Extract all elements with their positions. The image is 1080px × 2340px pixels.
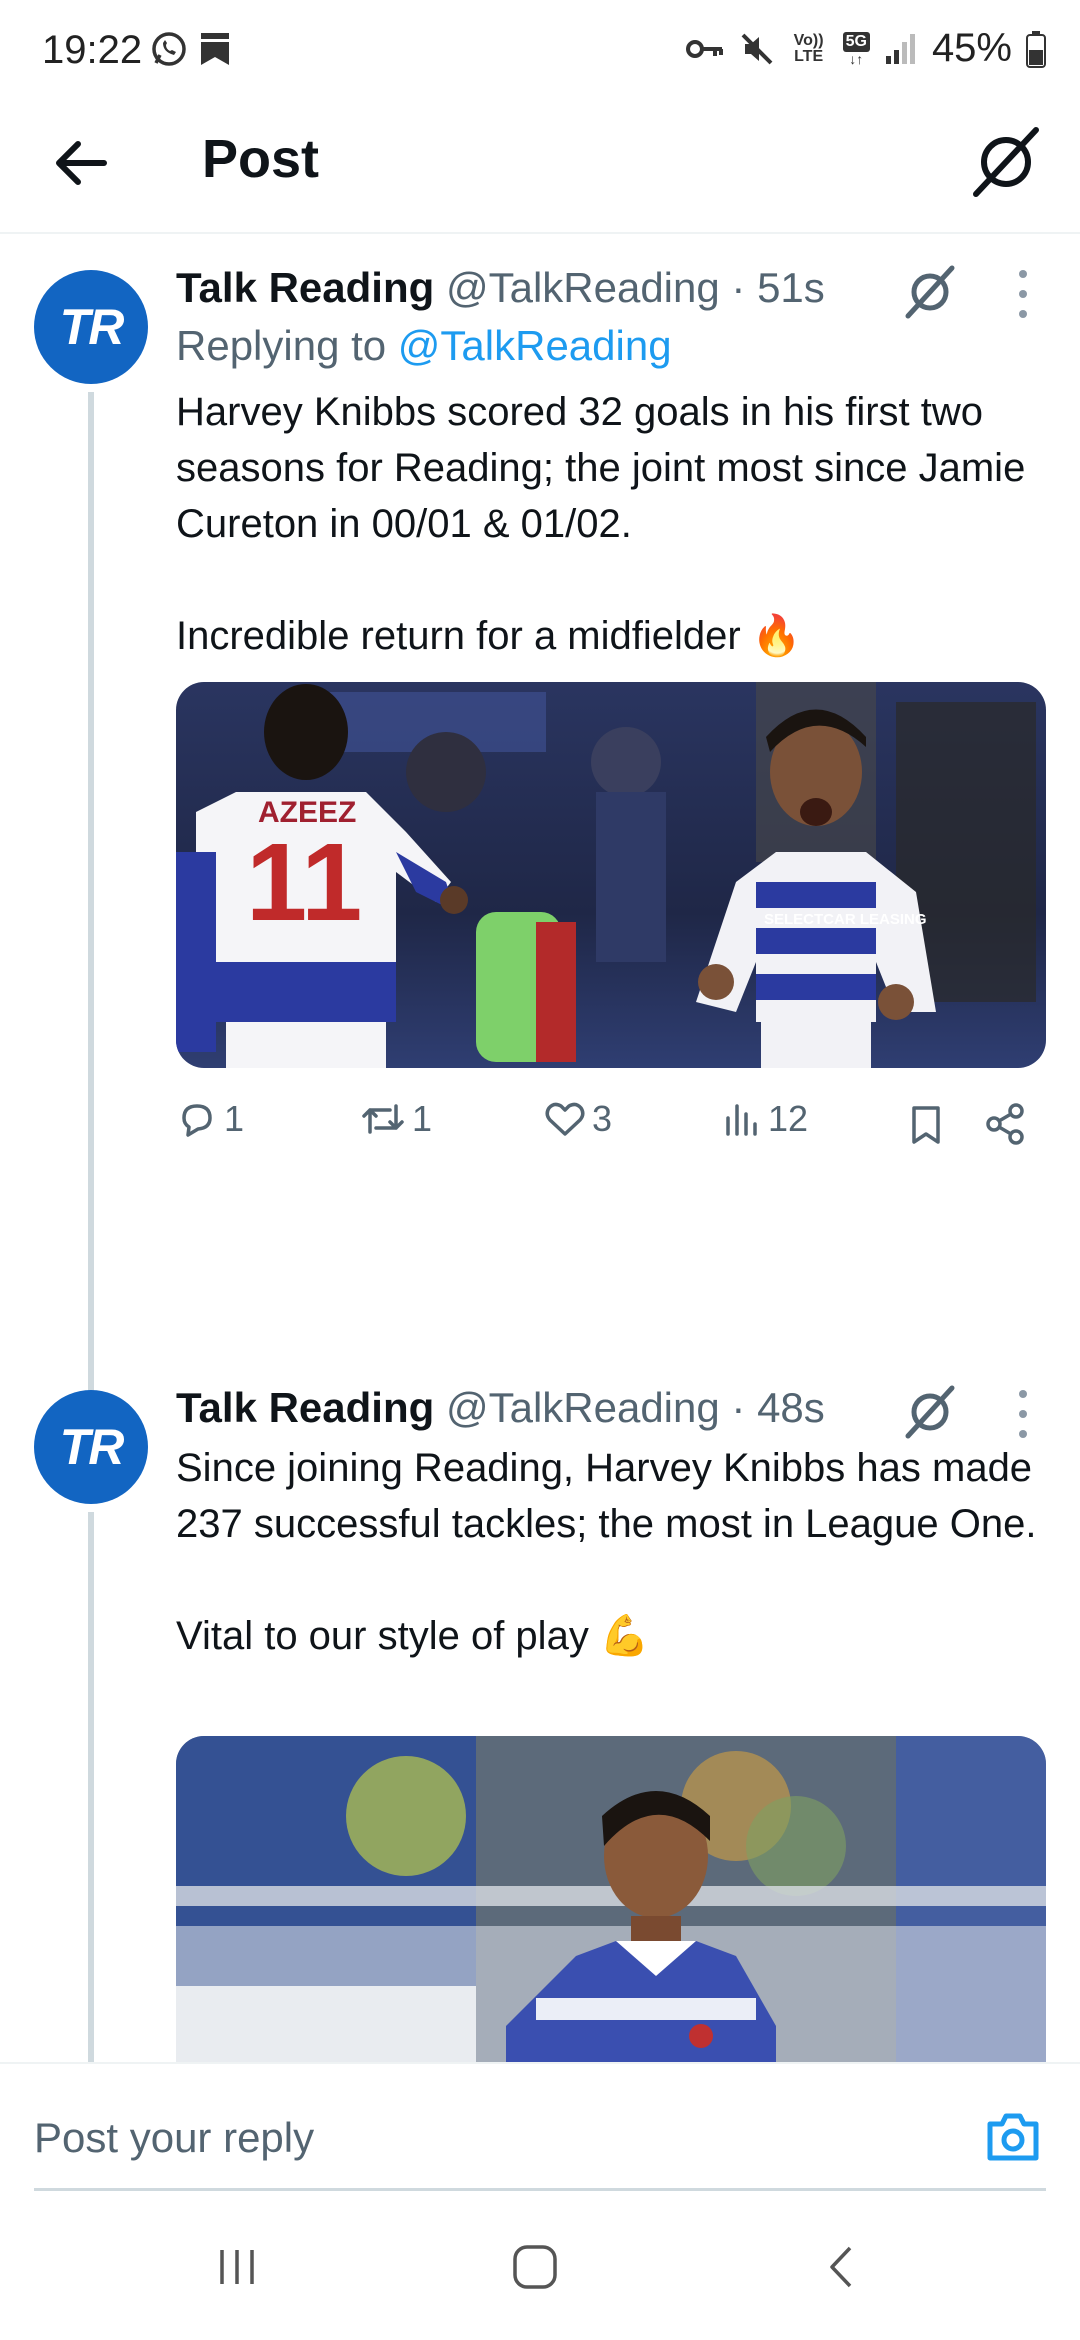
reply-input[interactable]: Post your reply: [34, 2114, 314, 2162]
author-handle[interactable]: @TalkReading: [446, 1384, 720, 1431]
mute-icon: [741, 33, 773, 64]
reply-composer: Post your reply: [0, 2062, 1080, 2192]
football-player-image: [176, 1736, 1046, 2062]
grok-icon[interactable]: [900, 1382, 960, 1442]
tweet[interactable]: TR Talk Reading @TalkReading · 48s Since…: [0, 1356, 1080, 2062]
reply-button[interactable]: 1: [176, 1098, 244, 1140]
football-celebration-image: AZEEZ 11 SELECTCAR LEASING: [176, 682, 1046, 1068]
system-back-icon[interactable]: [818, 2242, 868, 2292]
vpn-key-icon: [685, 39, 723, 58]
tweet-time[interactable]: 48s: [757, 1384, 825, 1431]
status-time: 19:22: [42, 28, 143, 72]
author-name[interactable]: Talk Reading: [176, 264, 434, 311]
reply-icon: [182, 1104, 212, 1137]
author-handle[interactable]: @TalkReading: [446, 264, 720, 311]
mention-link[interactable]: @TalkReading: [398, 322, 672, 369]
share-icon[interactable]: [984, 1102, 1028, 1146]
views-button[interactable]: 12: [722, 1098, 808, 1140]
replying-to: Replying to @TalkReading: [176, 322, 672, 369]
repost-button[interactable]: 1: [360, 1098, 432, 1140]
camera-icon[interactable]: [984, 2110, 1042, 2164]
page-title: Post: [202, 129, 320, 189]
back-arrow-icon[interactable]: [46, 128, 116, 198]
views-icon: [726, 1104, 757, 1136]
tweet-image[interactable]: [176, 1736, 1046, 2062]
grok-icon[interactable]: [966, 122, 1046, 202]
whatsapp-icon: [152, 32, 186, 66]
avatar[interactable]: TR: [34, 1390, 148, 1504]
home-icon[interactable]: [510, 2242, 560, 2292]
recent-apps-icon[interactable]: [212, 2242, 262, 2292]
reply-underline: [34, 2188, 1046, 2191]
volte-label: Vo)) LTE: [793, 31, 824, 65]
bookmark-notification-icon: [201, 33, 229, 65]
like-button[interactable]: 3: [544, 1098, 612, 1140]
jersey-number: 11: [246, 821, 362, 944]
repost-icon: [362, 1104, 404, 1134]
battery-icon: [1026, 30, 1046, 68]
network-indicator: 5G ↓↑: [842, 31, 870, 66]
status-bar: 19:22 Vo)) LTE 5G ↓↑ 45%: [0, 0, 1080, 100]
thread-line: [88, 392, 94, 1392]
tweet-text: Since joining Reading, Harvey Knibbs has…: [176, 1446, 1037, 1658]
top-app-bar: Post: [0, 100, 1080, 234]
tweet-header: Talk Reading @TalkReading · 48s: [176, 1384, 825, 1431]
tweet-actions: 1 1 3 12: [176, 1098, 1056, 1158]
author-name[interactable]: Talk Reading: [176, 1384, 434, 1431]
tweet-image[interactable]: AZEEZ 11 SELECTCAR LEASING: [176, 682, 1046, 1068]
tweet[interactable]: TR Talk Reading @TalkReading · 51s Reply…: [0, 236, 1080, 1392]
tweet-header: Talk Reading @TalkReading · 51s: [176, 264, 825, 311]
tweet-text: Harvey Knibbs scored 32 goals in his fir…: [176, 390, 1026, 658]
bookmark-icon[interactable]: [908, 1104, 944, 1146]
grok-icon[interactable]: [900, 262, 960, 322]
avatar[interactable]: TR: [34, 270, 148, 384]
system-navigation-bar: [0, 2194, 1080, 2340]
tweet-time[interactable]: 51s: [757, 264, 825, 311]
shirt-sponsor: SELECTCAR LEASING: [764, 911, 927, 928]
heart-icon: [545, 1102, 585, 1136]
signal-icon: [885, 33, 915, 64]
thread-line: [88, 1512, 94, 2062]
battery-percent: 45%: [931, 26, 1012, 70]
more-options-icon[interactable]: [1008, 264, 1038, 324]
more-options-icon[interactable]: [1008, 1384, 1038, 1444]
